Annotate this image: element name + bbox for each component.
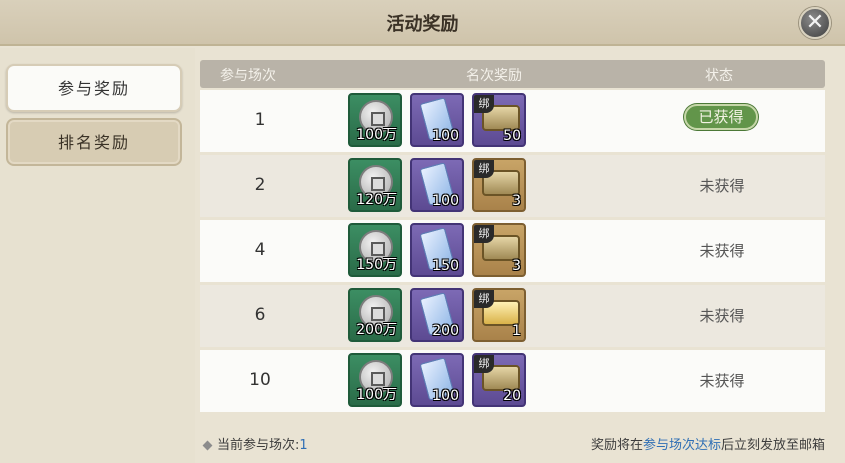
status-text: 未获得: [699, 372, 745, 390]
diamond-bullet-icon: [202, 440, 213, 451]
participation-count: 10: [249, 370, 271, 390]
bound-badge: 绑: [474, 160, 494, 178]
title-bar: 活动奖励 ✕: [0, 0, 845, 46]
reward-item[interactable]: 绑3: [472, 223, 526, 277]
header-rank-reward: 名次奖励: [466, 68, 522, 84]
header-status: 状态: [705, 68, 733, 84]
bound-badge: 绑: [474, 290, 494, 308]
table-header: 参与场次 名次奖励 状态: [200, 60, 825, 88]
table-row: 2 120万 100 绑 3 未获得: [200, 155, 825, 217]
bound-badge: 绑: [474, 225, 494, 243]
reward-item[interactable]: 100万: [348, 353, 402, 407]
status-text: 未获得: [699, 242, 745, 260]
reward-note-highlight: 参与场次达标: [642, 438, 721, 453]
reward-item[interactable]: 200万: [348, 288, 402, 342]
reward-quantity: 150万: [356, 257, 397, 273]
reward-quantity: 200: [432, 323, 459, 339]
participation-count: 4: [254, 240, 266, 260]
tab-ranking-reward[interactable]: 排名奖励: [6, 118, 182, 166]
table-row: 1 100万 100 绑 50 已获得: [200, 90, 825, 152]
reward-item[interactable]: 绑1: [472, 288, 526, 342]
reward-item[interactable]: 150万: [348, 223, 402, 277]
reward-item[interactable]: 绑 20: [472, 353, 526, 407]
table-row: 4 150万 150 绑 3 未获得: [200, 220, 825, 282]
status-obtained-badge[interactable]: 已获得: [684, 104, 758, 130]
reward-quantity: 3: [512, 193, 521, 209]
tab-participation-reward[interactable]: 参与奖励: [6, 64, 182, 112]
reward-item[interactable]: 100: [410, 353, 464, 407]
reward-table: 参与场次 名次奖励 状态 1 100万 100 绑 50 已获得 2 120万 100 绑 3 未获得…: [200, 60, 825, 420]
bound-badge: 绑: [474, 355, 494, 373]
reward-quantity: 3: [512, 258, 521, 274]
current-participation-label: 当前参与场次:: [217, 438, 300, 453]
reward-quantity: 1: [512, 323, 521, 339]
status-text: 未获得: [699, 307, 745, 325]
table-row: 6 200万 200 绑 1 未获得: [200, 285, 825, 347]
reward-quantity: 100: [432, 193, 459, 209]
participation-count: 6: [254, 305, 266, 325]
participation-count: 2: [254, 175, 266, 195]
participation-count: 1: [254, 110, 266, 130]
sidebar: 参与奖励 排名奖励: [0, 48, 195, 463]
bound-badge: 绑: [474, 95, 494, 113]
reward-quantity: 150: [432, 258, 459, 274]
reward-quantity: 120万: [356, 192, 397, 208]
reward-item[interactable]: 100: [410, 158, 464, 212]
reward-item[interactable]: 100万: [348, 93, 402, 147]
reward-item[interactable]: 100: [410, 93, 464, 147]
window-title: 活动奖励: [386, 14, 459, 35]
table-row: 10 100万 100 绑 20 未获得: [200, 350, 825, 412]
status-text: 未获得: [699, 177, 745, 195]
reward-item[interactable]: 绑 50: [472, 93, 526, 147]
reward-quantity: 100万: [356, 127, 397, 143]
reward-item[interactable]: 绑3: [472, 158, 526, 212]
reward-quantity: 100: [432, 128, 459, 144]
reward-quantity: 200万: [356, 322, 397, 338]
reward-note: 奖励将在参与场次达标后立刻发放至邮箱: [591, 434, 825, 453]
reward-note-prefix: 奖励将在: [590, 438, 643, 453]
current-participation-value: 1: [299, 438, 308, 453]
reward-item[interactable]: 120万: [348, 158, 402, 212]
reward-quantity: 20: [503, 388, 521, 404]
current-participation: 当前参与场次:1: [202, 434, 308, 453]
reward-note-suffix: 后立刻发放至邮箱: [720, 438, 825, 453]
reward-quantity: 100: [432, 388, 459, 404]
header-participation-count: 参与场次: [220, 68, 276, 84]
reward-quantity: 50: [503, 128, 521, 144]
reward-quantity: 100万: [356, 387, 397, 403]
reward-item[interactable]: 150: [410, 223, 464, 277]
close-icon[interactable]: ✕: [799, 7, 831, 39]
reward-item[interactable]: 200: [410, 288, 464, 342]
